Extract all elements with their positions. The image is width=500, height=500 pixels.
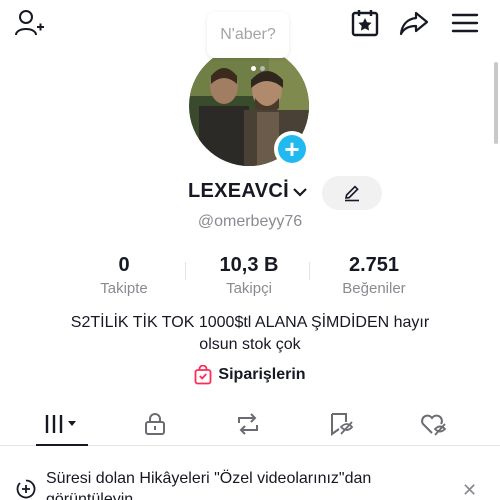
- content-tabs: [0, 404, 500, 446]
- menu-icon[interactable]: [450, 8, 480, 38]
- note-bubble-text: N'aber?: [220, 26, 276, 43]
- calendar-star-icon[interactable]: [350, 8, 380, 38]
- pencil-icon: [344, 185, 359, 202]
- tab-favorites[interactable]: [311, 404, 371, 444]
- stat-label: Beğeniler: [342, 280, 406, 297]
- share-icon[interactable]: [399, 8, 429, 38]
- stories-banner[interactable]: Süresi dolan Hikâyeleri "Özel videoların…: [0, 460, 500, 500]
- active-tab-indicator: [36, 444, 88, 446]
- divider: [185, 262, 186, 280]
- orders-label: Siparişlerin: [218, 366, 306, 383]
- edit-profile-button[interactable]: [322, 176, 382, 210]
- plus-icon: +: [278, 135, 306, 163]
- profile-stats: 0 Takipte 10,3 B Takipçi 2.751 Beğeniler: [0, 254, 500, 298]
- stat-followers[interactable]: 10,3 B Takipçi: [204, 254, 294, 297]
- bio-line: olsun stok çok: [199, 336, 301, 353]
- tab-reposts[interactable]: [218, 404, 278, 444]
- username-row: LEXEAVCİ: [0, 176, 500, 210]
- note-bubble-tail: [251, 66, 265, 71]
- stat-value: 2.751: [348, 254, 400, 276]
- stat-label: Takipte: [100, 280, 148, 297]
- videos-grid-icon: [45, 415, 76, 433]
- divider: [309, 262, 310, 280]
- tab-liked[interactable]: [404, 404, 464, 444]
- shopping-bag-icon: [195, 365, 212, 385]
- note-bubble[interactable]: N'aber?: [207, 12, 289, 58]
- tab-private[interactable]: [125, 404, 185, 444]
- banner-text: Süresi dolan Hikâyeleri "Özel videoların…: [46, 470, 372, 500]
- add-user-icon[interactable]: [14, 8, 44, 38]
- repost-icon: [238, 413, 258, 435]
- chevron-down-icon[interactable]: [292, 185, 308, 203]
- username[interactable]: LEXEAVCİ: [188, 180, 289, 203]
- story-plus-icon: [16, 479, 36, 500]
- stat-following[interactable]: 0 Takipte: [84, 254, 164, 297]
- liked-icon: [421, 414, 447, 436]
- stat-label: Takipçi: [226, 280, 272, 297]
- stat-value: 0: [118, 254, 130, 276]
- close-icon[interactable]: ✕: [462, 480, 477, 500]
- private-lock-icon: [145, 413, 165, 435]
- scrollbar[interactable]: [494, 62, 498, 144]
- favorites-icon: [331, 413, 354, 436]
- add-story-button[interactable]: +: [274, 131, 310, 167]
- bio: S2TİLİK TİK TOK 1000$tl ALANA ŞİMDİDEN h…: [30, 312, 470, 356]
- bio-line: S2TİLİK TİK TOK 1000$tl ALANA ŞİMDİDEN h…: [70, 314, 430, 331]
- stat-value: 10,3 B: [219, 254, 279, 276]
- user-handle: @omerbeyy76: [197, 213, 303, 230]
- stat-likes[interactable]: 2.751 Beğeniler: [328, 254, 420, 297]
- tab-videos[interactable]: [32, 404, 92, 444]
- orders-link[interactable]: Siparişlerin: [0, 364, 500, 386]
